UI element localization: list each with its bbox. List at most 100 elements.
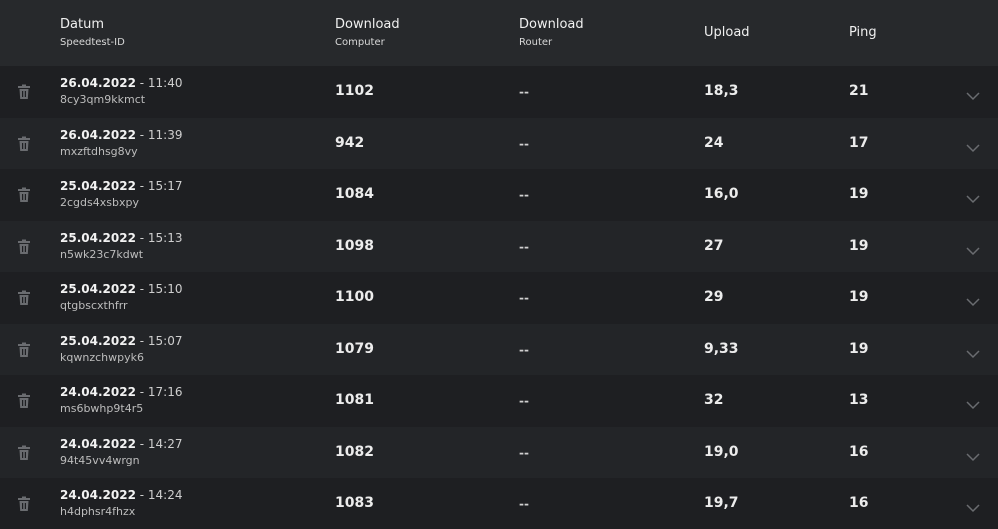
table-row[interactable]: 25.04.2022 - 15:10 qtgbscxthfrr 1100 -- 29 19 xyxy=(0,272,998,324)
chevron-down-icon[interactable] xyxy=(966,498,980,513)
row-download-router: -- xyxy=(519,497,529,511)
chevron-down-icon[interactable] xyxy=(966,395,980,410)
trash-icon[interactable] xyxy=(17,445,31,461)
row-ping: 16 xyxy=(849,443,869,460)
trash-icon[interactable] xyxy=(17,342,31,358)
header-upload-label: Upload xyxy=(704,25,750,40)
row-speedtest-id: 8cy3qm9kkmct xyxy=(60,93,146,106)
row-download-router: -- xyxy=(519,342,529,357)
row-datetime: 24.04.2022 - 14:27 xyxy=(60,437,182,451)
table-row[interactable]: 24.04.2022 - 14:24 h4dphsr4fhzx 1083 -- 19,7… xyxy=(0,478,998,529)
header-download-computer-sub: Computer xyxy=(335,37,385,48)
header-download-router-sub: Router xyxy=(519,37,553,48)
speedtest-results-table: Datum Speedtest-ID Download Computer Dow… xyxy=(0,0,998,529)
row-download-computer: 1081 xyxy=(335,392,374,408)
header-download-computer-label: Download xyxy=(335,17,400,32)
header-speedtest-id-label: Speedtest-ID xyxy=(60,37,125,48)
chevron-down-icon[interactable] xyxy=(966,344,980,358)
row-time: - 11:40 xyxy=(135,76,183,90)
row-time: - 14:24 xyxy=(135,488,183,502)
row-download-router: -- xyxy=(519,136,529,151)
row-time: - 14:27 xyxy=(135,436,183,451)
chevron-down-icon[interactable] xyxy=(966,241,980,255)
row-download-router: -- xyxy=(519,445,529,460)
chevron-down-icon[interactable] xyxy=(966,86,980,101)
row-date: 26.04.2022 xyxy=(60,76,136,90)
chevron-down-icon[interactable] xyxy=(966,189,980,204)
row-upload: 16,0 xyxy=(704,186,739,202)
row-datetime: 25.04.2022 - 15:17 xyxy=(60,179,182,193)
table-row[interactable]: 25.04.2022 - 15:17 2cgds4xsbxpy 1084 -- 16,0… xyxy=(0,169,998,221)
header-ping-label: Ping xyxy=(849,25,877,40)
row-time: - 15:13 xyxy=(135,230,183,245)
row-download-router: -- xyxy=(519,394,529,408)
table-row[interactable]: 25.04.2022 - 15:13 n5wk23c7kdwt 1098 -- 27 19 xyxy=(0,220,998,273)
row-upload: 19,0 xyxy=(704,443,739,460)
row-date: 25.04.2022 xyxy=(60,333,136,348)
row-upload: 32 xyxy=(704,392,724,408)
trash-icon[interactable] xyxy=(17,84,31,100)
row-download-computer: 942 xyxy=(335,134,365,151)
row-time: - 17:16 xyxy=(135,385,183,399)
row-download-computer: 1084 xyxy=(335,186,374,202)
trash-icon[interactable] xyxy=(17,239,31,255)
row-datetime: 24.04.2022 - 17:16 xyxy=(60,385,182,399)
row-ping: 17 xyxy=(849,134,869,151)
row-download-computer: 1100 xyxy=(335,289,374,305)
row-ping: 13 xyxy=(849,392,869,408)
row-ping: 19 xyxy=(849,289,869,305)
row-datetime: 25.04.2022 - 15:13 xyxy=(60,231,182,245)
row-date: 25.04.2022 xyxy=(60,179,136,193)
row-download-computer: 1098 xyxy=(335,237,374,254)
trash-icon[interactable] xyxy=(17,496,31,512)
row-time: - 15:17 xyxy=(135,179,183,193)
row-datetime: 26.04.2022 - 11:40 xyxy=(60,76,182,90)
row-speedtest-id: mxzftdhsg8vy xyxy=(60,144,138,158)
row-download-computer: 1079 xyxy=(335,340,374,357)
row-datetime: 26.04.2022 - 11:39 xyxy=(60,128,182,142)
row-date: 25.04.2022 xyxy=(60,230,136,245)
row-ping: 19 xyxy=(849,186,869,202)
row-ping: 16 xyxy=(849,495,869,511)
table-row[interactable]: 24.04.2022 - 17:16 ms6bwhp9t4r5 1081 -- 32 13 xyxy=(0,375,998,427)
row-speedtest-id: 94t45vv4wrgn xyxy=(60,453,140,467)
row-upload: 27 xyxy=(704,237,724,254)
row-time: - 15:10 xyxy=(135,282,183,296)
row-download-computer: 1102 xyxy=(335,83,374,99)
row-ping: 19 xyxy=(849,340,869,357)
row-download-router: -- xyxy=(519,188,529,202)
row-date: 24.04.2022 xyxy=(60,488,136,502)
row-date: 24.04.2022 xyxy=(60,385,136,399)
trash-icon[interactable] xyxy=(17,393,31,409)
row-upload: 18,3 xyxy=(704,83,739,99)
row-download-computer: 1083 xyxy=(335,495,374,511)
table-row[interactable]: 26.04.2022 - 11:40 8cy3qm9kkmct 1102 -- 18,3… xyxy=(0,66,998,118)
row-speedtest-id: h4dphsr4fhzx xyxy=(60,505,136,518)
row-datetime: 24.04.2022 - 14:24 xyxy=(60,488,182,502)
row-speedtest-id: qtgbscxthfrr xyxy=(60,299,128,312)
chevron-down-icon[interactable] xyxy=(966,292,980,307)
chevron-down-icon[interactable] xyxy=(966,447,980,461)
row-time: - 15:07 xyxy=(135,333,183,348)
table-row[interactable]: 24.04.2022 - 14:27 94t45vv4wrgn 1082 -- 19,0… xyxy=(0,426,998,479)
trash-icon[interactable] xyxy=(17,136,31,152)
table-row[interactable]: 26.04.2022 - 11:39 mxzftdhsg8vy 942 -- 24 17 xyxy=(0,117,998,170)
row-upload: 24 xyxy=(704,134,724,151)
table-row[interactable]: 25.04.2022 - 15:07 kqwnzchwpyk6 1079 -- 9,33… xyxy=(0,323,998,376)
row-date: 24.04.2022 xyxy=(60,436,136,451)
chevron-down-icon[interactable] xyxy=(966,138,980,152)
trash-icon[interactable] xyxy=(17,290,31,306)
row-date: 26.04.2022 xyxy=(60,127,136,142)
row-upload: 19,7 xyxy=(704,495,739,511)
row-ping: 19 xyxy=(849,237,869,254)
row-speedtest-id: n5wk23c7kdwt xyxy=(60,247,144,261)
row-speedtest-id: kqwnzchwpyk6 xyxy=(60,350,144,364)
table-header: Datum Speedtest-ID Download Computer Dow… xyxy=(0,0,998,66)
row-speedtest-id: 2cgds4xsbxpy xyxy=(60,196,139,209)
row-upload: 9,33 xyxy=(704,340,739,357)
row-download-router: -- xyxy=(519,85,529,99)
row-ping: 21 xyxy=(849,83,869,99)
row-date: 25.04.2022 xyxy=(60,282,136,296)
trash-icon[interactable] xyxy=(17,187,31,203)
row-upload: 29 xyxy=(704,289,724,305)
